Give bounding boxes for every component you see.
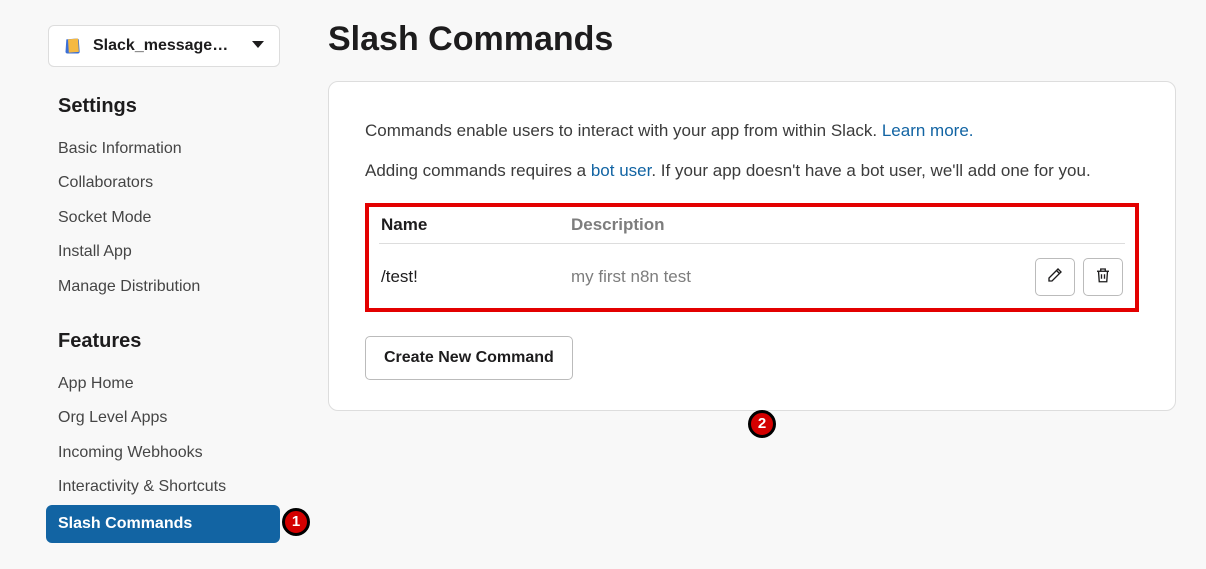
nav-install-app[interactable]: Install App bbox=[48, 235, 280, 269]
nav-socket-mode[interactable]: Socket Mode bbox=[48, 201, 280, 235]
table-row: /test! my first n8n test bbox=[379, 244, 1125, 298]
nav-basic-information[interactable]: Basic Information bbox=[48, 132, 280, 166]
col-header-name: Name bbox=[381, 215, 571, 235]
nav-interactivity-shortcuts[interactable]: Interactivity & Shortcuts bbox=[48, 470, 280, 504]
features-nav: App Home Org Level Apps Incoming Webhook… bbox=[48, 367, 280, 543]
trash-icon bbox=[1094, 266, 1112, 287]
row-actions bbox=[1035, 258, 1123, 296]
cmd-name: /test! bbox=[381, 267, 571, 287]
app-name: Slack_message… bbox=[93, 37, 243, 55]
app-icon bbox=[63, 36, 83, 56]
settings-nav: Basic Information Collaborators Socket M… bbox=[48, 132, 280, 304]
intro-text-2: Adding commands requires a bot user. If … bbox=[365, 158, 1139, 184]
nav-org-level-apps[interactable]: Org Level Apps bbox=[48, 401, 280, 435]
page-title: Slash Commands bbox=[328, 20, 1176, 59]
nav-collaborators[interactable]: Collaborators bbox=[48, 166, 280, 200]
sidebar: Slack_message… Settings Basic Informatio… bbox=[0, 20, 300, 569]
create-new-command-button[interactable]: Create New Command bbox=[365, 336, 573, 380]
commands-card: Commands enable users to interact with y… bbox=[328, 81, 1176, 411]
features-heading: Features bbox=[58, 330, 280, 353]
table-header: Name Description bbox=[379, 215, 1125, 244]
learn-more-link[interactable]: Learn more. bbox=[882, 121, 974, 140]
settings-heading: Settings bbox=[58, 95, 280, 118]
main-content: Slash Commands Commands enable users to … bbox=[300, 20, 1206, 569]
intro-text-1: Commands enable users to interact with y… bbox=[365, 118, 1139, 144]
app-selector[interactable]: Slack_message… bbox=[48, 25, 280, 67]
nav-app-home[interactable]: App Home bbox=[48, 367, 280, 401]
cmd-description: my first n8n test bbox=[571, 267, 1035, 287]
annotation-badge-2: 2 bbox=[748, 410, 776, 438]
delete-button[interactable] bbox=[1083, 258, 1123, 296]
pencil-icon bbox=[1046, 266, 1064, 287]
nav-slash-commands[interactable]: Slash Commands bbox=[46, 505, 280, 543]
intro-pre: Commands enable users to interact with y… bbox=[365, 121, 882, 140]
intro2-pre: Adding commands requires a bbox=[365, 161, 591, 180]
col-header-description: Description bbox=[571, 215, 1123, 235]
edit-button[interactable] bbox=[1035, 258, 1075, 296]
caret-down-icon bbox=[251, 37, 265, 55]
commands-table-highlight: Name Description /test! my first n8n tes… bbox=[365, 203, 1139, 312]
bot-user-link[interactable]: bot user bbox=[591, 161, 652, 180]
nav-manage-distribution[interactable]: Manage Distribution bbox=[48, 270, 280, 304]
annotation-badge-1: 1 bbox=[282, 508, 310, 536]
nav-incoming-webhooks[interactable]: Incoming Webhooks bbox=[48, 436, 280, 470]
intro2-post: . If your app doesn't have a bot user, w… bbox=[651, 161, 1090, 180]
